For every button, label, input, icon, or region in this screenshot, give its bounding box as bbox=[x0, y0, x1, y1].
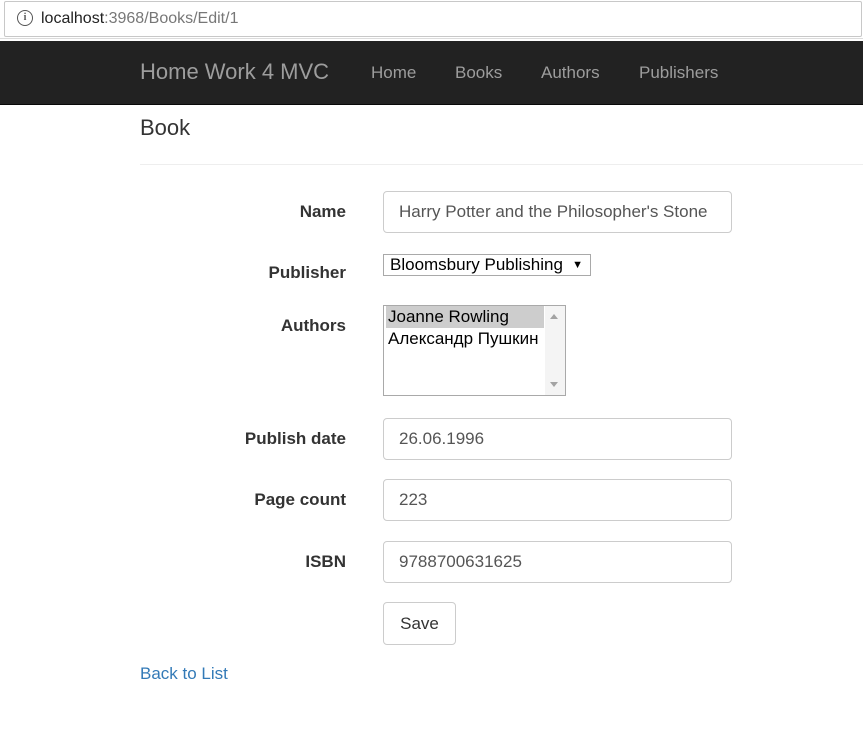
nav-link-home[interactable]: Home bbox=[371, 63, 416, 83]
dropdown-arrow-icon: ▼ bbox=[572, 259, 583, 271]
url-text: localhost:3968/Books/Edit/1 bbox=[41, 10, 238, 28]
publisher-select[interactable]: Bloomsbury Publishing ▼ bbox=[383, 254, 591, 276]
authors-option[interactable]: Александр Пушкин bbox=[386, 328, 544, 350]
publish-date-input[interactable]: 26.06.1996 bbox=[383, 418, 732, 460]
info-icon[interactable]: i bbox=[17, 10, 33, 26]
browser-address-bar: i localhost:3968/Books/Edit/1 bbox=[0, 0, 863, 39]
publish-date-label: Publish date bbox=[244, 429, 346, 448]
authors-label: Authors bbox=[280, 316, 346, 335]
brand-link[interactable]: Home Work 4 MVC bbox=[140, 60, 329, 84]
page-title: Book bbox=[140, 115, 191, 140]
scroll-down-icon[interactable] bbox=[550, 382, 558, 387]
name-input[interactable]: Harry Potter and the Philosopher's Stone bbox=[383, 191, 732, 233]
url-host: localhost bbox=[41, 10, 105, 27]
top-navbar: Home Work 4 MVC Home Books Authors Publi… bbox=[0, 41, 863, 105]
authors-option[interactable]: Joanne Rowling bbox=[386, 306, 544, 328]
nav-link-publishers[interactable]: Publishers bbox=[639, 63, 718, 83]
nav-link-authors[interactable]: Authors bbox=[541, 63, 600, 83]
authors-scrollbar[interactable] bbox=[545, 306, 565, 395]
publisher-selected-value: Bloomsbury Publishing bbox=[390, 255, 563, 274]
page-count-input[interactable]: 223 bbox=[383, 479, 732, 521]
publisher-label: Publisher bbox=[268, 263, 346, 282]
save-button[interactable]: Save bbox=[383, 602, 456, 645]
isbn-input[interactable]: 9788700631625 bbox=[383, 541, 732, 583]
scroll-up-icon[interactable] bbox=[550, 314, 558, 319]
nav-link-books[interactable]: Books bbox=[455, 63, 502, 83]
name-label: Name bbox=[299, 202, 346, 221]
page-count-label: Page count bbox=[254, 490, 346, 509]
url-path: :3968/Books/Edit/1 bbox=[104, 10, 239, 27]
url-field[interactable]: i localhost:3968/Books/Edit/1 bbox=[4, 1, 862, 37]
back-to-list-link[interactable]: Back to List bbox=[140, 664, 228, 684]
authors-listbox[interactable]: Joanne Rowling Александр Пушкин bbox=[383, 305, 566, 396]
divider bbox=[140, 164, 863, 165]
isbn-label: ISBN bbox=[305, 552, 346, 571]
